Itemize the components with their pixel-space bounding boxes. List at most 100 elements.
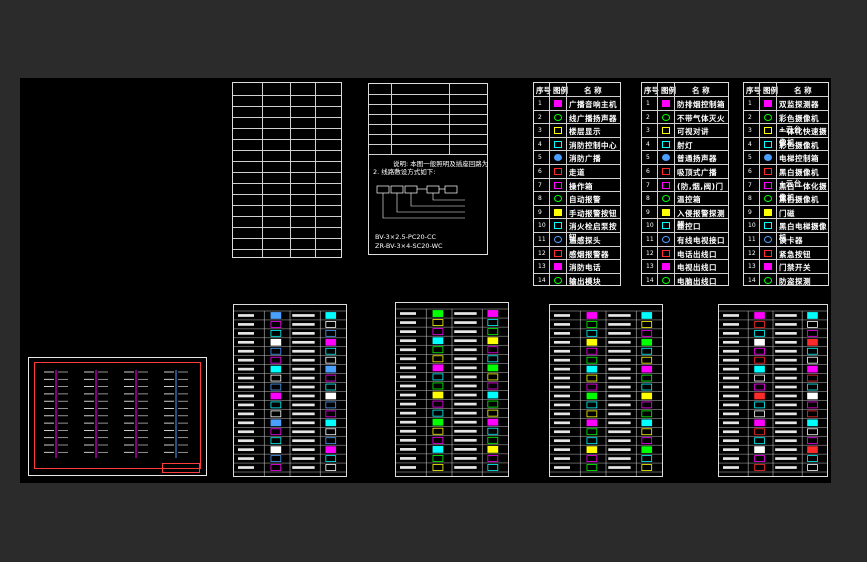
row-number: 12 <box>538 249 546 257</box>
legend-item-name: 温感探头 <box>569 236 601 245</box>
table-row-divider <box>642 177 728 179</box>
legend-symbol-icon <box>662 168 670 175</box>
legend-symbol-icon <box>662 263 670 271</box>
row-number: 14 <box>538 276 546 284</box>
legend-symbol-icon <box>554 208 562 216</box>
table-row-divider <box>534 191 620 193</box>
table-row-divider <box>642 204 728 206</box>
symbol-sheet-2 <box>395 302 509 477</box>
table-row-divider <box>642 245 728 247</box>
legend-item-name: 走道 <box>569 168 585 177</box>
legend-symbol-icon <box>662 100 670 107</box>
row-number: 11 <box>748 236 756 243</box>
legend-symbol-icon <box>662 276 670 284</box>
legend-table-b: 序号 图例 名 称 1 防排烟控制箱 2 不带气体灭火 3 可视对讲 4 射灯 5 普通扬声器 6 吸… <box>641 82 729 286</box>
table-row-divider <box>534 164 620 165</box>
row-number: 1 <box>748 100 752 107</box>
row-number: 10 <box>748 222 756 230</box>
row-number: 2 <box>538 113 542 121</box>
legend-item-name: 感烟报警器 <box>569 249 609 259</box>
table-row-divider <box>534 136 620 138</box>
table-row-divider <box>534 96 620 97</box>
legend-symbol-icon <box>764 249 772 257</box>
legend-symbol-icon <box>764 276 772 284</box>
table-row-divider <box>642 191 728 193</box>
legend-symbol-icon <box>764 100 772 107</box>
legend-symbol-icon <box>554 140 562 148</box>
legend-item-name: 双监探测器 <box>779 100 819 109</box>
table-row-divider <box>534 259 620 261</box>
row-number: 3 <box>748 127 752 135</box>
legend-item-name: 防盗探测 <box>779 276 811 286</box>
table-row-divider <box>642 259 728 261</box>
row-number: 4 <box>748 140 752 148</box>
legend-item-name: 吸顶式广播 <box>677 168 717 177</box>
symbol-grid-4 <box>719 310 827 476</box>
formula-2: ZR-BV-3×4-SC20-WC <box>375 242 443 250</box>
row-number: 14 <box>646 276 654 284</box>
table-row-divider <box>534 150 620 152</box>
legend-symbol-icon <box>554 154 562 162</box>
legend-item-name: 电视出线口 <box>677 263 717 273</box>
row-number: 4 <box>646 140 650 148</box>
legend-symbol-icon <box>554 222 562 230</box>
legend-symbol-icon <box>764 140 772 148</box>
legend-symbol-icon <box>662 236 670 243</box>
row-number: 12 <box>748 249 756 257</box>
legend-item-name: 门磁 <box>779 208 795 218</box>
table-row-divider <box>534 204 620 206</box>
row-number: 9 <box>748 208 752 216</box>
drawing-canvas[interactable]: 说明: 本图一般照明及插座回路为 2. 线路敷设方式如下: BV-3×2.5-P… <box>20 78 831 483</box>
row-number: 7 <box>748 181 752 189</box>
legend-symbol-icon <box>554 168 562 175</box>
legend-symbol-icon <box>662 127 670 135</box>
row-number: 9 <box>646 208 650 216</box>
legend-sheet-1 <box>232 82 342 258</box>
table-row-divider <box>744 150 828 152</box>
symbol-sheet-3 <box>549 304 663 477</box>
legend-item-name: 射灯 <box>677 140 693 150</box>
legend-symbol-icon <box>662 154 670 162</box>
legend-symbol-icon <box>764 181 772 189</box>
legend-item-name: (防,烟,阀)门 <box>677 181 724 191</box>
wiring-diagram <box>376 185 465 219</box>
symbol-grid-3 <box>550 310 662 476</box>
row-number: 9 <box>538 208 542 216</box>
row-number: 6 <box>748 168 752 175</box>
row-number: 5 <box>748 154 752 162</box>
row-number: 10 <box>538 222 546 230</box>
legend-symbol-icon <box>764 168 772 175</box>
legend-symbol-icon <box>554 263 562 271</box>
table-row-divider <box>744 109 828 111</box>
legend-symbol-icon <box>662 140 670 148</box>
legend-item-name: 普通扬声器 <box>677 154 717 164</box>
legend-symbol-icon <box>554 127 562 135</box>
system-diagram-sheet <box>28 357 207 476</box>
legend-item-name: 防排烟控制箱 <box>677 100 725 109</box>
table-row-divider <box>534 218 620 220</box>
row-number: 1 <box>538 100 542 107</box>
symbol-grid-1 <box>234 310 346 476</box>
table-row-divider <box>744 191 828 193</box>
legend-symbol-icon <box>662 181 670 189</box>
legend-item-name: 不带气体灭火 <box>677 113 725 123</box>
legend-item-name: 手动报警按钮 <box>569 208 617 218</box>
row-number: 13 <box>748 263 756 271</box>
symbol-grid-2 <box>396 308 508 476</box>
legend-symbol-icon <box>554 181 562 189</box>
table-row-divider <box>744 272 828 274</box>
row-number: 3 <box>538 127 542 135</box>
row-number: 2 <box>748 113 752 121</box>
table-c-header-name: 名 称 <box>794 86 812 95</box>
legend-item-name: 可视对讲 <box>677 127 709 137</box>
table-row-divider <box>744 259 828 261</box>
table-row-divider <box>744 123 828 125</box>
row-number: 8 <box>748 195 752 203</box>
legend-symbol-icon <box>554 195 562 203</box>
table-row-divider <box>744 232 828 233</box>
table-row-divider <box>534 177 620 179</box>
table-row-divider <box>534 123 620 125</box>
row-number: 5 <box>538 154 542 162</box>
table-b-header-name: 名 称 <box>692 86 710 95</box>
legend-item-name: 黑白摄像机 <box>779 195 819 205</box>
